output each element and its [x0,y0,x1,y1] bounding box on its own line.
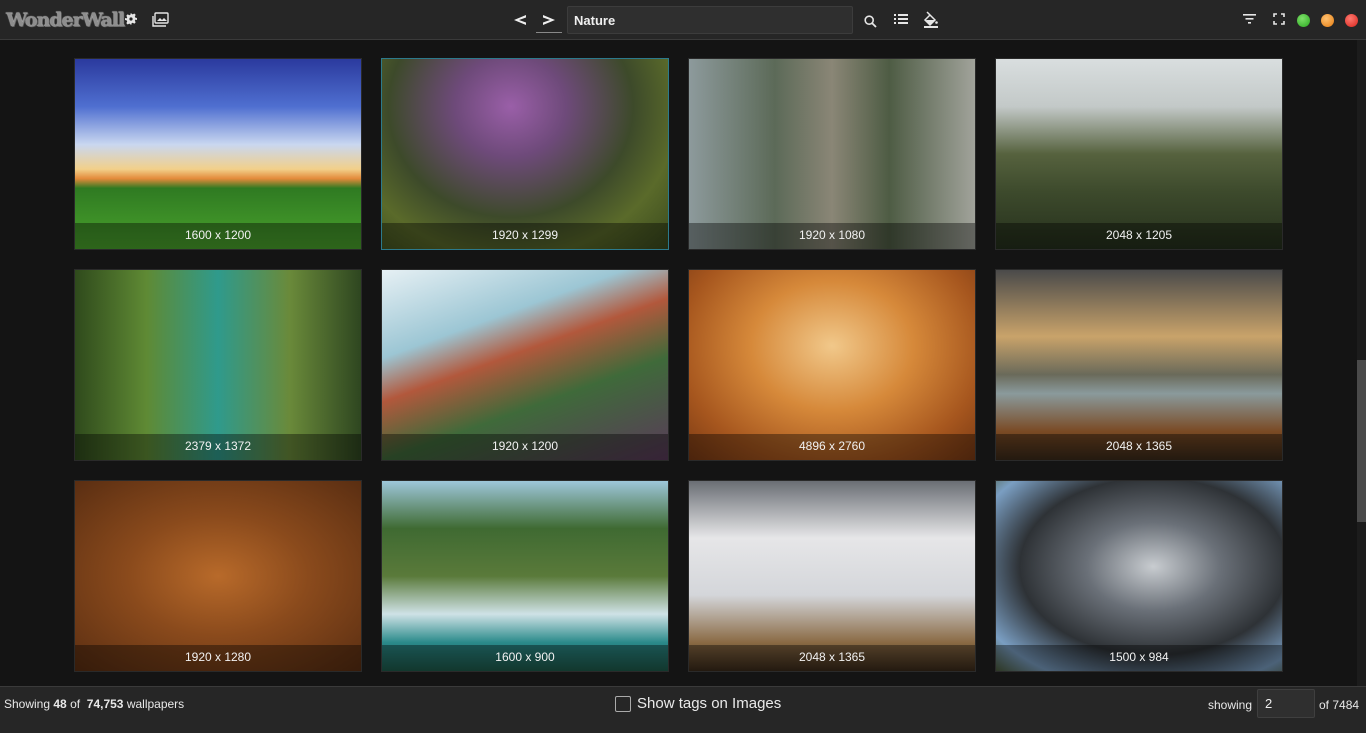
search-icon[interactable] [861,12,879,30]
back-arrow-icon[interactable] [507,7,533,33]
wallpaper-resolution: 1920 x 1299 [382,223,668,249]
wallpaper-card[interactable]: 2048 x 1205 [995,58,1283,250]
filter-icon[interactable] [1240,10,1258,28]
wallpaper-card[interactable]: 2379 x 1372 [74,269,362,461]
show-tags-toggle[interactable]: Show tags on Images [615,695,781,712]
wallpaper-card[interactable]: 2048 x 1365 [995,269,1283,461]
wallpaper-resolution: 1600 x 900 [382,645,668,671]
wallpaper-card[interactable]: 1600 x 1200 [74,58,362,250]
app-logo: WonderWall [6,9,125,31]
wallpaper-count-summary: Showing 48 of 74,753 wallpapers [4,697,184,711]
wallpaper-card[interactable]: 1920 x 1080 [688,58,976,250]
paint-bucket-icon[interactable] [922,10,940,28]
wallpaper-card[interactable]: 1500 x 984 [995,480,1283,672]
wallpaper-resolution: 2048 x 1365 [996,434,1282,460]
fullscreen-icon[interactable] [1270,10,1288,28]
list-view-icon[interactable] [892,10,910,28]
gallery-images-icon[interactable] [151,10,169,28]
wallpaper-resolution: 1920 x 1080 [689,223,975,249]
wallpaper-resolution: 1920 x 1280 [75,645,361,671]
wallpaper-resolution: 1500 x 984 [996,645,1282,671]
status-bar: Showing 48 of 74,753 wallpapers Show tag… [0,686,1366,733]
wallpaper-resolution: 2048 x 1365 [689,645,975,671]
forward-arrow-icon[interactable] [536,7,562,33]
wallpaper-card[interactable]: 1920 x 1280 [74,480,362,672]
total-count: 74,753 [86,697,124,711]
scrollbar-thumb[interactable] [1357,360,1366,522]
wallpaper-resolution: 2379 x 1372 [75,434,361,460]
settings-gear-icon[interactable] [122,10,140,28]
wallpaper-resolution: 2048 x 1205 [996,223,1282,249]
wallpaper-resolution: 4896 x 2760 [689,434,975,460]
show-tags-checkbox[interactable] [615,695,631,712]
wallpaper-card[interactable]: 1920 x 1200 [381,269,669,461]
shown-count: 48 [53,697,67,711]
page-showing-label: showing [1208,698,1253,712]
wallpaper-card[interactable]: 1600 x 900 [381,480,669,672]
page-number-input[interactable] [1257,689,1315,718]
show-tags-label: Show tags on Images [637,695,782,712]
top-toolbar: WonderWall [0,0,1366,40]
close-window-button[interactable] [1345,14,1358,27]
search-input[interactable] [567,6,853,34]
wallpaper-card[interactable]: 2048 x 1365 [688,480,976,672]
page-total-label: of 7484 [1319,698,1360,712]
of-word: of [70,697,81,711]
wallpaper-resolution: 1920 x 1200 [382,434,668,460]
showing-prefix: Showing [4,697,51,711]
total-suffix: wallpapers [126,697,185,711]
wallpaper-resolution: 1600 x 1200 [75,223,361,249]
wallpaper-card[interactable]: 4896 x 2760 [688,269,976,461]
minimize-window-button[interactable] [1321,14,1334,27]
wallpaper-card[interactable]: 1920 x 1299 [381,58,669,250]
maximize-window-button[interactable] [1297,14,1310,27]
wallpaper-grid: 1600 x 1200 1920 x 1299 1920 x 1080 2048… [74,58,1284,678]
